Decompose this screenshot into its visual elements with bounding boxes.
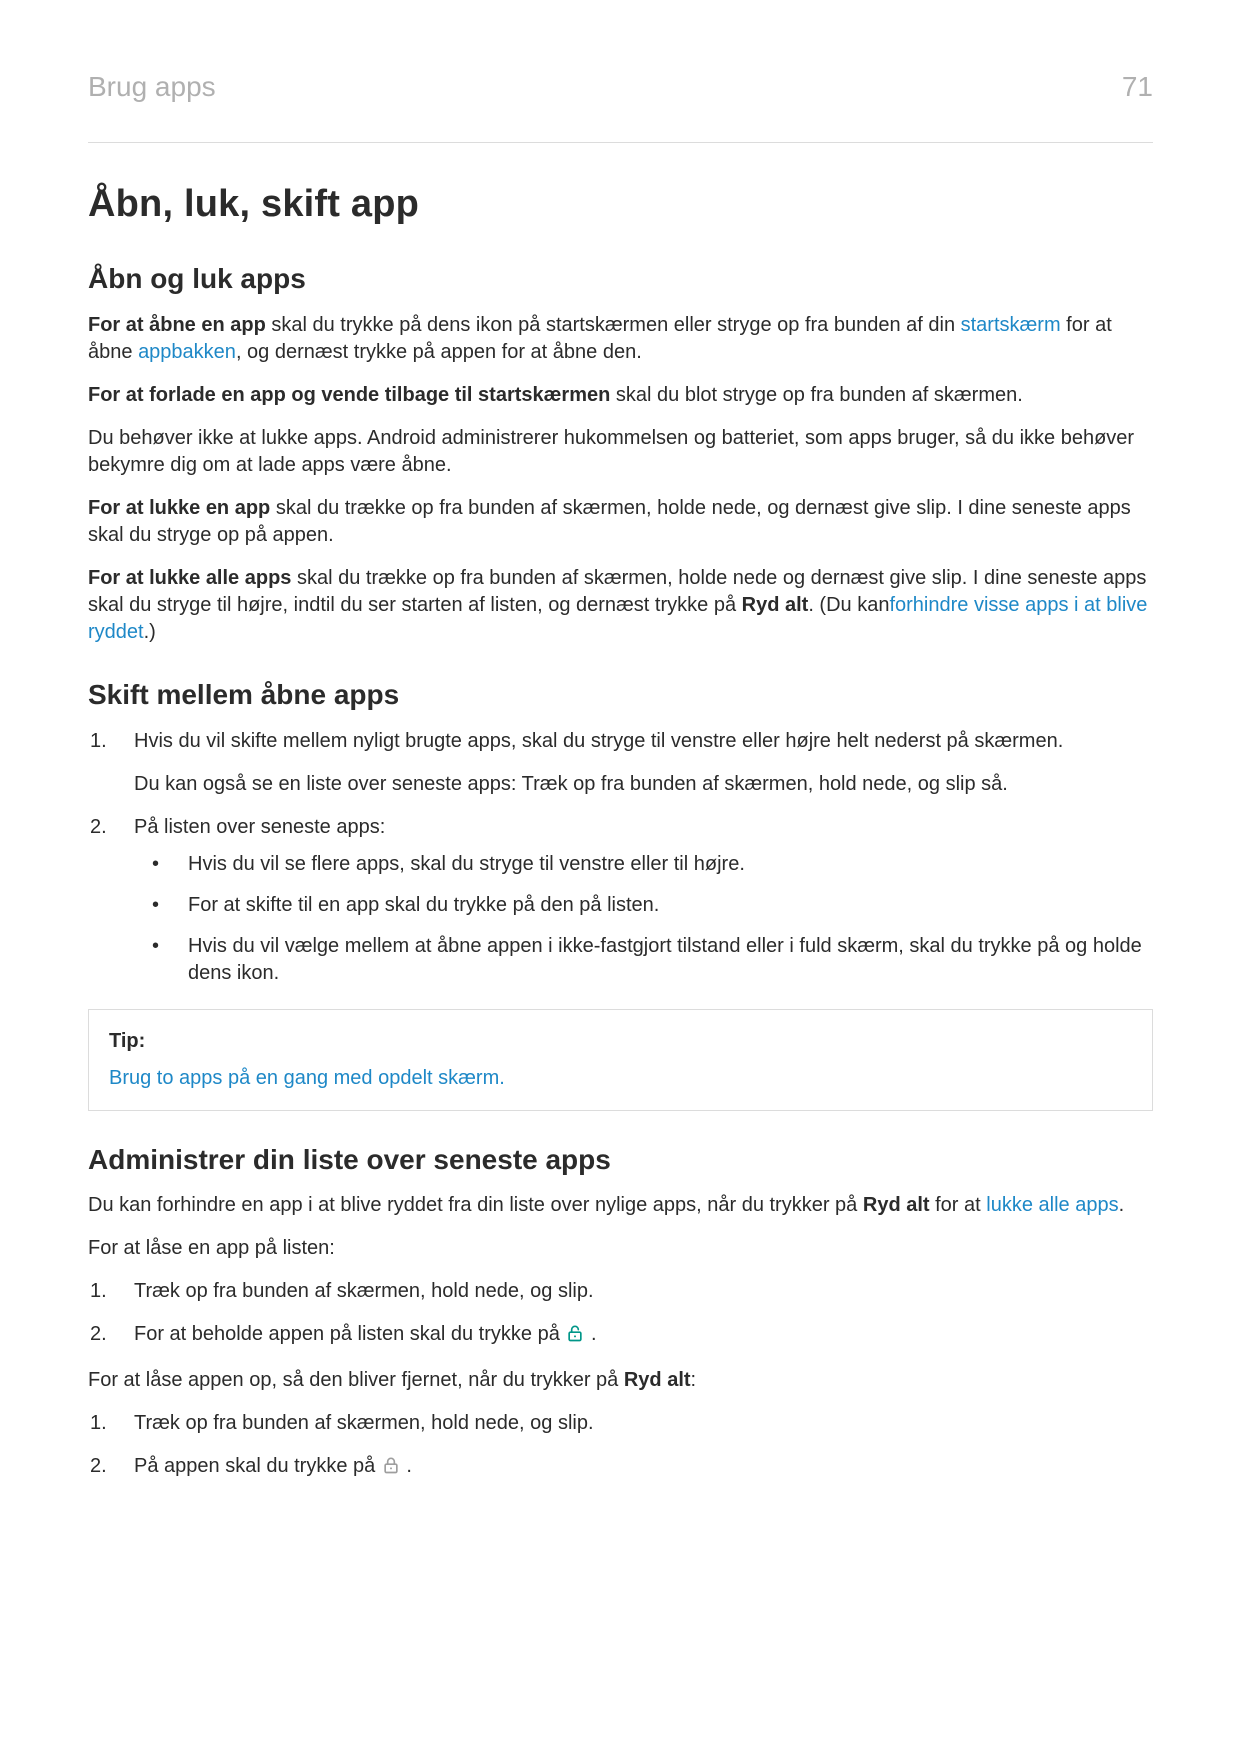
paragraph: Du kan forhindre en app i at blive rydde…: [88, 1192, 1153, 1219]
body-text: .: [406, 1455, 412, 1477]
body-text: Træk op fra bunden af skærmen, hold nede…: [134, 1412, 594, 1434]
paragraph: For at lukke en app skal du trække op fr…: [88, 495, 1153, 549]
list-marker: 1.: [90, 728, 107, 755]
heading-manage-list: Administrer din liste over seneste apps: [88, 1141, 1153, 1179]
body-text: skal du trykke på dens ikon på startskær…: [266, 314, 961, 336]
body-text: .): [144, 621, 156, 643]
body-text: Hvis du vil se flere apps, skal du stryg…: [188, 853, 745, 875]
tip-label: Tip:: [109, 1028, 1132, 1055]
bold-text: For at åbne en app: [88, 314, 266, 336]
body-text: Hvis du vil skifte mellem nyligt brugte …: [134, 728, 1153, 755]
paragraph: For at låse en app på listen:: [88, 1235, 1153, 1262]
body-text: .: [1119, 1194, 1125, 1216]
list-item: 2. For at beholde appen på listen skal d…: [88, 1321, 1153, 1351]
bold-text: Ryd alt: [624, 1369, 691, 1391]
list-marker: 1.: [90, 1278, 107, 1305]
list-item: 1. Hvis du vil skifte mellem nyligt brug…: [88, 728, 1153, 798]
link-appbakken[interactable]: appbakken: [138, 341, 236, 363]
body-text: :: [691, 1369, 697, 1391]
heading-open-close: Åbn og luk apps: [88, 260, 1153, 298]
heading-switch: Skift mellem åbne apps: [88, 676, 1153, 714]
body-text: .: [591, 1323, 597, 1345]
paragraph: Du behøver ikke at lukke apps. Android a…: [88, 425, 1153, 479]
bold-text: Ryd alt: [742, 594, 809, 616]
link-split-screen[interactable]: Brug to apps på en gang med opdelt skærm…: [109, 1065, 1132, 1092]
link-close-all-apps[interactable]: lukke alle apps: [986, 1194, 1118, 1216]
bold-text: Ryd alt: [863, 1194, 930, 1216]
page-title: Åbn, luk, skift app: [88, 179, 1153, 230]
list-marker: 2.: [90, 814, 107, 841]
paragraph: For at forlade en app og vende tilbage t…: [88, 382, 1153, 409]
body-text: På listen over seneste apps:: [134, 814, 1153, 841]
list-item: 1. Træk op fra bunden af skærmen, hold n…: [88, 1410, 1153, 1437]
list-marker: 1.: [90, 1410, 107, 1437]
body-text: for at: [930, 1194, 987, 1216]
bullet-list: Hvis du vil se flere apps, skal du stryg…: [134, 851, 1153, 987]
body-text: På appen skal du trykke på: [134, 1455, 381, 1477]
bold-text: For at lukke en app: [88, 497, 270, 519]
paragraph: For at låse appen op, så den bliver fjer…: [88, 1367, 1153, 1394]
section-name: Brug apps: [88, 68, 216, 106]
lock-open-icon: [565, 1323, 585, 1351]
tip-box: Tip: Brug to apps på en gang med opdelt …: [88, 1009, 1153, 1111]
running-header: Brug apps 71: [88, 68, 1153, 106]
ordered-list: 1. Hvis du vil skifte mellem nyligt brug…: [88, 728, 1153, 987]
page-number: 71: [1122, 68, 1153, 106]
list-item: For at skifte til en app skal du trykke …: [134, 892, 1153, 919]
list-item: Hvis du vil vælge mellem at åbne appen i…: [134, 933, 1153, 987]
list-item: 2. På appen skal du trykke på .: [88, 1453, 1153, 1483]
list-item: 1. Træk op fra bunden af skærmen, hold n…: [88, 1278, 1153, 1305]
body-text: skal du blot stryge op fra bunden af skæ…: [610, 384, 1022, 406]
ordered-list: 1. Træk op fra bunden af skærmen, hold n…: [88, 1278, 1153, 1351]
header-rule: [88, 142, 1153, 143]
bold-text: For at lukke alle apps: [88, 567, 291, 589]
body-text: Du kan også se en liste over seneste app…: [134, 771, 1153, 798]
paragraph: For at lukke alle apps skal du trække op…: [88, 565, 1153, 646]
body-text: For at beholde appen på listen skal du t…: [134, 1323, 565, 1345]
paragraph: For at åbne en app skal du trykke på den…: [88, 312, 1153, 366]
body-text: For at skifte til en app skal du trykke …: [188, 894, 659, 916]
bold-text: For at forlade en app og vende tilbage t…: [88, 384, 610, 406]
body-text: Hvis du vil vælge mellem at åbne appen i…: [188, 935, 1142, 984]
list-item: 2. På listen over seneste apps: Hvis du …: [88, 814, 1153, 987]
body-text: Træk op fra bunden af skærmen, hold nede…: [134, 1280, 594, 1302]
list-marker: 2.: [90, 1321, 107, 1348]
body-text: Du kan forhindre en app i at blive rydde…: [88, 1194, 863, 1216]
link-startskaerm[interactable]: startskærm: [961, 314, 1061, 336]
body-text: For at låse appen op, så den bliver fjer…: [88, 1369, 624, 1391]
body-text: . (Du kan: [808, 594, 889, 616]
list-item: Hvis du vil se flere apps, skal du stryg…: [134, 851, 1153, 878]
body-text: , og dernæst trykke på appen for at åbne…: [236, 341, 642, 363]
ordered-list: 1. Træk op fra bunden af skærmen, hold n…: [88, 1410, 1153, 1483]
list-marker: 2.: [90, 1453, 107, 1480]
lock-closed-icon: [381, 1455, 401, 1483]
